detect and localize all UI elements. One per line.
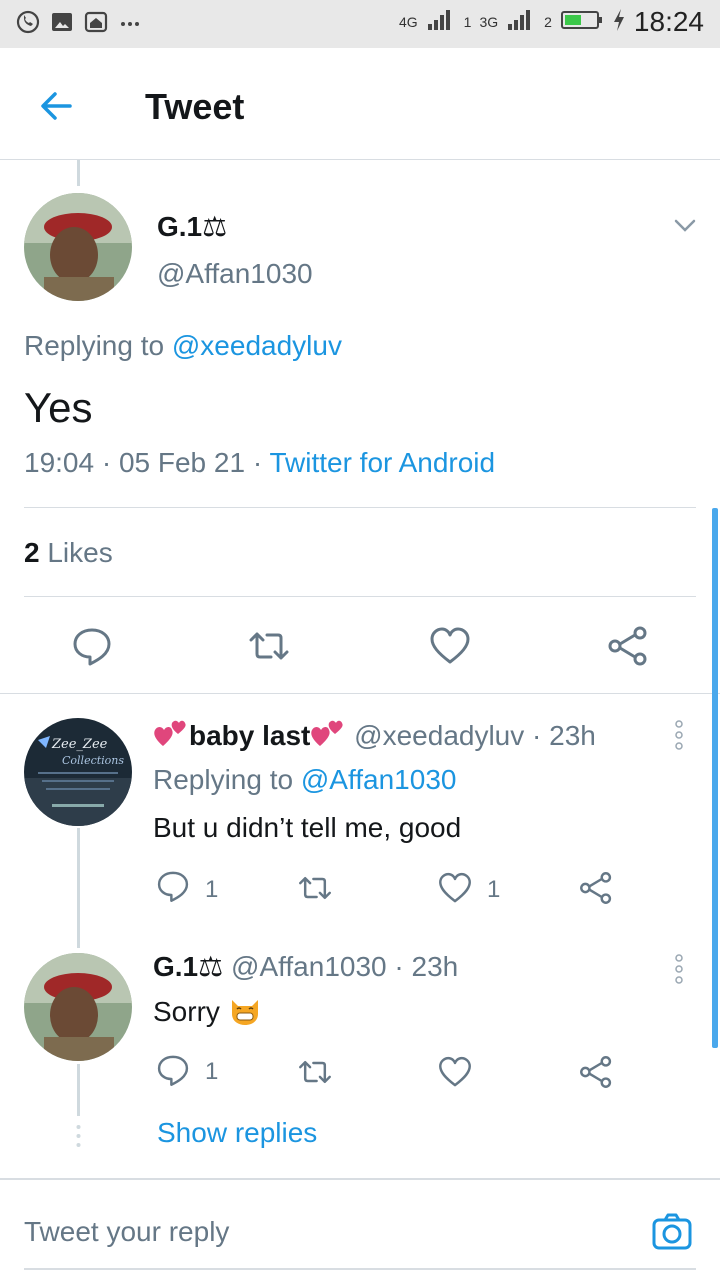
share-icon[interactable] (578, 1054, 614, 1090)
replying-to-mention[interactable]: @Affan1030 (301, 764, 457, 795)
more-options-icon[interactable] (674, 720, 684, 750)
retweet-icon[interactable] (297, 1054, 333, 1090)
network-type-1: 4G (398, 14, 418, 30)
likes-label: Likes (47, 537, 113, 568)
author-handle[interactable]: @Affan1030 (157, 258, 313, 290)
share-icon[interactable] (606, 624, 650, 668)
like-icon[interactable] (437, 1054, 473, 1090)
more-options-icon[interactable] (674, 954, 684, 984)
top-app-bar: Tweet (0, 48, 720, 160)
author-name[interactable]: G.1⚖ (157, 210, 227, 243)
reply-text: Sorry (153, 995, 220, 1027)
charging-icon (612, 8, 626, 37)
avatar[interactable] (24, 193, 132, 301)
whatsapp-icon (16, 10, 40, 34)
signal-icon-1 (426, 8, 456, 37)
reply-author-handle[interactable]: @xeedadyluv (354, 720, 524, 751)
share-icon[interactable] (578, 870, 614, 906)
page-title: Tweet (145, 86, 245, 127)
reply-age: · 23h (394, 951, 459, 982)
notification-icons (16, 10, 142, 34)
reply-author-name[interactable]: baby last (189, 720, 310, 751)
reply-icon[interactable] (155, 868, 191, 904)
thread-connector-top (77, 160, 80, 186)
replying-to-mention[interactable]: @xeedadyluv (172, 330, 342, 361)
reply-author-line: G.1⚖ @Affan1030 · 23h (153, 950, 458, 983)
divider (0, 693, 720, 694)
reply-text-line: Sorry (153, 994, 262, 1033)
show-replies-link[interactable]: Show replies (157, 1117, 317, 1149)
avatar[interactable]: Zee_Zee Collections (24, 718, 132, 826)
likes-summary[interactable]: 2 Likes (24, 537, 113, 569)
like-count: 1 (487, 876, 501, 903)
chevron-down-icon[interactable] (672, 212, 698, 238)
reply-icon[interactable] (70, 624, 114, 668)
replying-to-line: Replying to @xeedadyluv (24, 330, 342, 362)
reply-input[interactable]: Tweet your reply (24, 1216, 229, 1248)
thread-connector (77, 828, 80, 948)
network-type-2: 3G (479, 14, 499, 30)
more-notifications-icon (118, 10, 142, 34)
svg-text:Collections: Collections (62, 754, 124, 767)
scrollbar[interactable] (712, 508, 718, 1048)
gallery-icon (50, 10, 74, 34)
reply-icon[interactable] (155, 1052, 191, 1088)
battery-icon (560, 8, 604, 37)
retweet-icon[interactable] (247, 624, 291, 668)
sim-2-label: 2 (544, 14, 552, 30)
tweet-text: Yes (24, 384, 93, 431)
reply-age: · 23h (532, 719, 596, 751)
like-icon[interactable] (437, 870, 473, 906)
reply-author-name[interactable]: G.1⚖ (153, 951, 223, 982)
system-indicators: 4G 1 3G 2 18:24 (399, 6, 704, 38)
reply-count: 1 (205, 876, 219, 903)
signal-icon-2 (506, 8, 536, 37)
home-camera-icon (84, 10, 108, 34)
grinning-cat-emoji-icon (228, 994, 262, 1033)
avatar[interactable] (24, 953, 132, 1061)
thread-dots (76, 1124, 81, 1148)
reply-author-handle[interactable]: @Affan1030 (231, 951, 387, 982)
reply-text: But u didn’t tell me, good (153, 812, 462, 843)
divider (24, 596, 696, 597)
replying-to-line: Replying to @Affan1030 (153, 764, 456, 796)
status-bar: 4G 1 3G 2 18:24 (0, 0, 720, 48)
retweet-icon[interactable] (297, 870, 333, 906)
clock: 18:24 (633, 6, 704, 37)
tweet-timestamp: 19:04 · 05 Feb 21 · (24, 447, 270, 478)
two-hearts-icon (153, 718, 189, 757)
two-hearts-icon (310, 718, 346, 757)
tweet-metadata: 19:04 · 05 Feb 21 · Twitter for Android (24, 447, 495, 479)
like-icon[interactable] (428, 624, 472, 668)
tweet-source[interactable]: Twitter for Android (269, 447, 495, 478)
replying-to-label: Replying to (24, 330, 165, 361)
likes-count: 2 (24, 537, 40, 568)
reply-author-line: baby last @xeedadyluv · 23h (153, 718, 596, 757)
sim-1-label: 1 (463, 14, 472, 30)
reply-composer: Tweet your reply (0, 1178, 720, 1280)
reply-count: 1 (205, 1058, 219, 1085)
divider (24, 507, 696, 508)
composer-underline (24, 1268, 696, 1270)
camera-icon[interactable] (650, 1210, 694, 1254)
back-arrow-icon[interactable] (34, 84, 78, 128)
replying-to-label: Replying to (153, 764, 294, 795)
thread-connector (77, 1064, 80, 1116)
svg-text:Zee_Zee: Zee_Zee (51, 737, 108, 752)
